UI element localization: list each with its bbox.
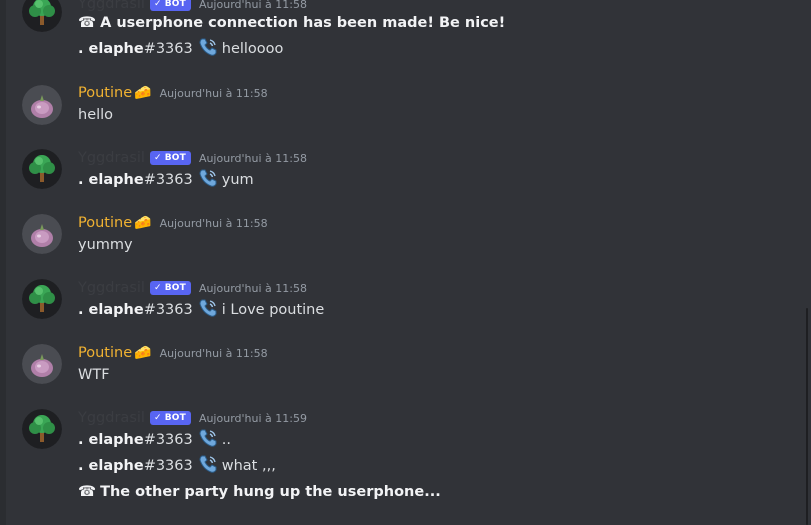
onion-icon [22, 344, 62, 384]
relay-sender: . elaphe [78, 172, 144, 188]
telephone-receiver-icon [197, 167, 219, 193]
relay-tag: #3363 [143, 41, 193, 57]
telephone-icon: ☎ [78, 484, 97, 500]
bot-badge-label: BOT [164, 0, 186, 9]
relay-sender: . elaphe [78, 41, 144, 57]
message-text: helloooo [221, 41, 284, 57]
bot-badge: ✓ BOT [149, 281, 191, 295]
relay-tag: #3363 [143, 432, 193, 448]
system-message-text: A userphone connection has been made! Be… [100, 15, 506, 31]
message-content: ☎ A userphone connection has been made! B… [78, 12, 505, 34]
bot-badge: ✓ BOT [149, 411, 191, 425]
verified-check-icon: ✓ [153, 413, 162, 423]
telephone-receiver-icon [197, 36, 219, 62]
cheese-icon: 🧀 [134, 85, 152, 101]
message-content: . elaphe #3363 i Love poutine [78, 299, 324, 321]
message-content: . elaphe #3363 yum [78, 169, 254, 191]
relay-tag: #3363 [143, 302, 193, 318]
relay-sender: . elaphe [78, 302, 144, 318]
system-message-text: The other party hung up the userphone... [100, 484, 441, 500]
bot-username[interactable]: Yggdrasil [78, 0, 145, 12]
onion-icon [22, 85, 62, 125]
bot-avatar[interactable] [22, 0, 62, 32]
telephone-receiver-icon [197, 453, 219, 479]
cheese-icon: 🧀 [134, 345, 152, 361]
message-text: what ,,, [221, 458, 276, 474]
message-timestamp[interactable]: Aujourd'hui à 11:58 [160, 347, 268, 360]
message-content: . elaphe #3363 helloooo [78, 38, 283, 60]
message-content: hello [78, 104, 113, 126]
message-content: . elaphe #3363.. [78, 429, 231, 451]
message-timestamp[interactable]: Aujourd'hui à 11:58 [199, 282, 307, 295]
bot-badge: ✓ BOT [149, 151, 191, 165]
message-text: .. [221, 432, 231, 448]
bot-avatar[interactable] [22, 149, 62, 189]
message-text: yummy [78, 237, 133, 253]
bot-badge-label: BOT [164, 413, 186, 423]
user-avatar[interactable] [22, 85, 62, 125]
relay-tag: #3363 [143, 458, 193, 474]
bot-badge-label: BOT [164, 153, 186, 163]
bot-badge: ✓ BOT [149, 0, 191, 11]
user-avatar[interactable] [22, 214, 62, 254]
bot-badge-label: BOT [164, 283, 186, 293]
tree-icon [22, 409, 62, 449]
message-content: yummy [78, 234, 133, 256]
message-timestamp[interactable]: Aujourd'hui à 11:58 [160, 217, 268, 230]
user-avatar[interactable] [22, 344, 62, 384]
message-timestamp[interactable]: Aujourd'hui à 11:58 [199, 152, 307, 165]
message-text: WTF [78, 367, 110, 383]
verified-check-icon: ✓ [153, 283, 162, 293]
relay-sender: . elaphe [78, 432, 144, 448]
message-timestamp[interactable]: Aujourd'hui à 11:59 [199, 412, 307, 425]
message-text: i Love poutine [221, 302, 325, 318]
bot-username[interactable]: Yggdrasil [78, 280, 145, 296]
bot-username[interactable]: Yggdrasil [78, 150, 145, 166]
chat-message-list[interactable]: Yggdrasil ✓ BOT Aujourd'hui à 11:58 ☎ A us… [0, 0, 811, 525]
tree-icon [22, 0, 62, 32]
scrollbar[interactable] [806, 308, 808, 525]
telephone-receiver-icon [197, 427, 219, 453]
message-content: . elaphe #3363 what ,,, [78, 455, 276, 477]
telephone-receiver-icon [197, 297, 219, 323]
message-content: ☎ The other party hung up the userphone..… [78, 481, 441, 503]
channel-sidebar-edge [0, 0, 6, 525]
message-content: WTF [78, 364, 110, 386]
onion-icon [22, 214, 62, 254]
message-text: yum [221, 172, 254, 188]
relay-sender: . elaphe [78, 458, 144, 474]
relay-tag: #3363 [143, 172, 193, 188]
message-text: hello [78, 107, 114, 123]
bot-username[interactable]: Yggdrasil [78, 410, 145, 426]
bot-avatar[interactable] [22, 279, 62, 319]
user-username[interactable]: Poutine [78, 85, 132, 101]
user-username[interactable]: Poutine [78, 215, 132, 231]
bot-avatar[interactable] [22, 409, 62, 449]
verified-check-icon: ✓ [153, 0, 162, 9]
verified-check-icon: ✓ [153, 153, 162, 163]
tree-icon [22, 149, 62, 189]
tree-icon [22, 279, 62, 319]
telephone-icon: ☎ [78, 15, 97, 31]
message-timestamp[interactable]: Aujourd'hui à 11:58 [160, 87, 268, 100]
user-username[interactable]: Poutine [78, 345, 132, 361]
message-timestamp[interactable]: Aujourd'hui à 11:58 [199, 0, 307, 11]
cheese-icon: 🧀 [134, 215, 152, 231]
